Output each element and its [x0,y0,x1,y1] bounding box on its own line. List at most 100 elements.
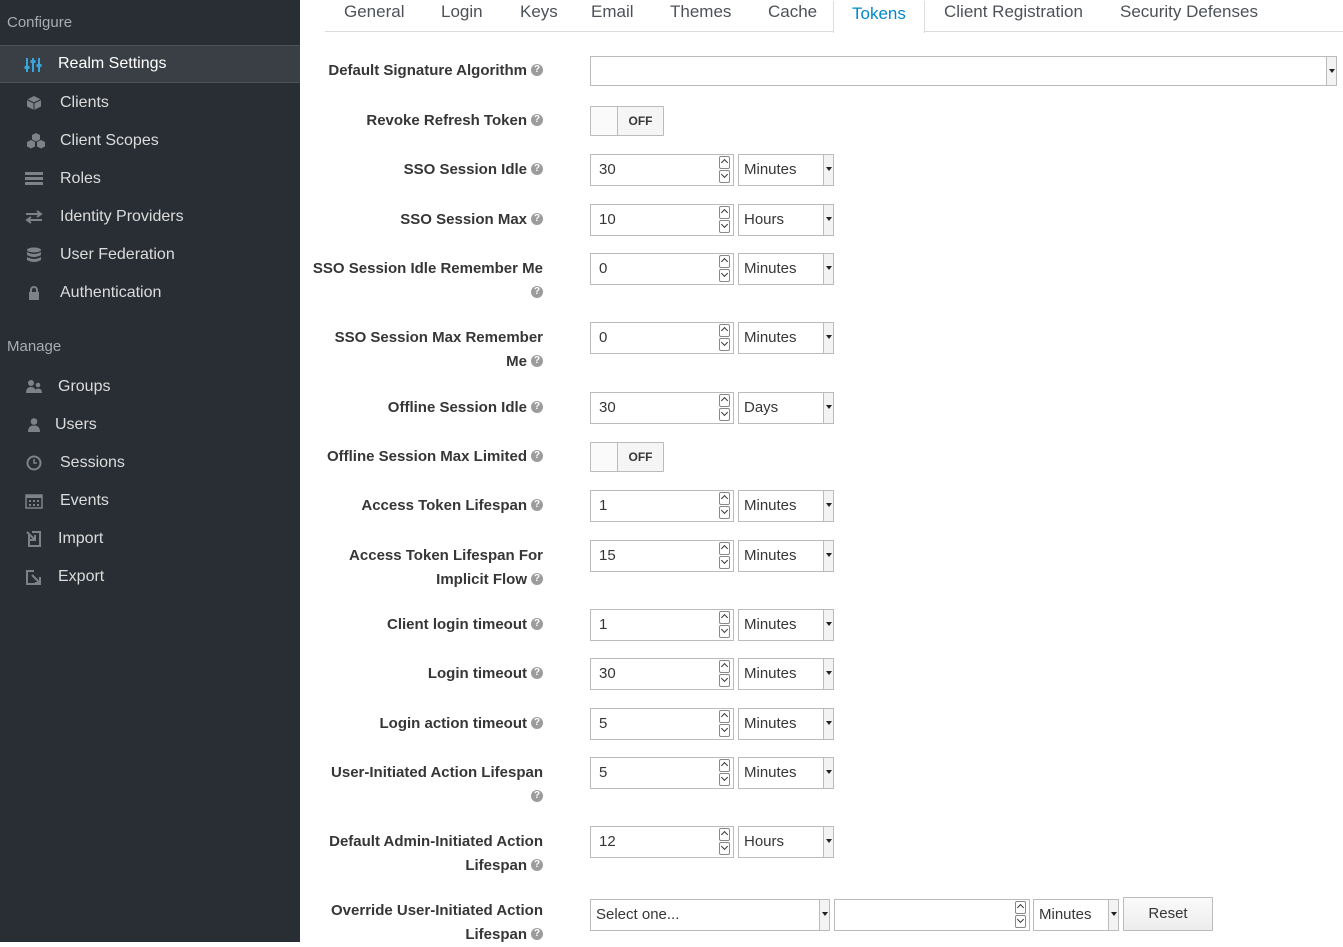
help-icon[interactable]: ? [531,64,543,77]
user-initiated-action-lifespan-unit-select[interactable]: Minutes [738,757,834,789]
default-admin-initiated-action-lifespan-unit-select[interactable]: Hours [738,826,834,858]
chevron-down-icon[interactable] [719,506,730,519]
number-spinner[interactable] [719,828,732,856]
sidebar-item-realm-settings[interactable]: Realm Settings [0,45,300,83]
sidebar-item-export[interactable]: Export [0,558,300,596]
tab-keys[interactable]: Keys [520,0,558,32]
tab-tokens[interactable]: Tokens [833,0,925,33]
user-initiated-action-lifespan-input[interactable]: 5 [590,757,734,789]
help-icon[interactable]: ? [531,573,543,586]
sso-session-idle-remember-me-input[interactable]: 0 [590,253,734,285]
number-spinner[interactable] [719,255,732,283]
help-icon[interactable]: ? [531,717,543,730]
tab-themes[interactable]: Themes [670,0,731,32]
help-icon[interactable]: ? [531,450,543,463]
override-lifespan-input[interactable] [834,899,1030,931]
offline-session-idle-input[interactable]: 30 [590,392,734,424]
number-spinner[interactable] [719,394,732,422]
sso-session-idle-unit-select[interactable]: Minutes [738,154,834,186]
chevron-down-icon[interactable] [719,842,730,855]
access-token-lifespan-unit-select[interactable]: Minutes [738,490,834,522]
override-action-select[interactable]: Select one... [590,899,830,931]
help-icon[interactable]: ? [531,163,543,176]
offline-session-max-limited-toggle[interactable]: OFF [590,442,664,472]
default-signature-algorithm-select[interactable] [590,56,1337,86]
chevron-up-icon[interactable] [719,710,730,723]
access-token-lifespan-input[interactable]: 1 [590,490,734,522]
chevron-down-icon[interactable] [719,269,730,282]
help-icon[interactable]: ? [531,114,543,127]
chevron-up-icon[interactable] [719,394,730,407]
chevron-up-icon[interactable] [1015,901,1026,914]
access-token-lifespan-implicit-unit-select[interactable]: Minutes [738,540,834,572]
help-icon[interactable]: ? [531,618,543,631]
login-action-timeout-unit-select[interactable]: Minutes [738,708,834,740]
sidebar-item-user-federation[interactable]: User Federation [0,236,300,274]
help-icon[interactable]: ? [531,667,543,680]
number-spinner[interactable] [719,542,732,570]
chevron-down-icon[interactable] [719,556,730,569]
chevron-down-icon[interactable] [719,408,730,421]
chevron-up-icon[interactable] [719,156,730,169]
help-icon[interactable]: ? [531,286,543,299]
help-icon[interactable]: ? [531,859,543,872]
number-spinner[interactable] [719,759,732,787]
tab-security-defenses[interactable]: Security Defenses [1120,0,1258,32]
sso-session-idle-remember-me-unit-select[interactable]: Minutes [738,253,834,285]
login-action-timeout-input[interactable]: 5 [590,708,734,740]
tab-email[interactable]: Email [591,0,634,32]
number-spinner[interactable] [719,660,732,688]
chevron-up-icon[interactable] [719,255,730,268]
help-icon[interactable]: ? [531,928,543,941]
tab-client-registration[interactable]: Client Registration [944,0,1083,32]
sidebar-item-identity-providers[interactable]: Identity Providers [0,198,300,236]
access-token-lifespan-implicit-input[interactable]: 15 [590,540,734,572]
chevron-up-icon[interactable] [719,206,730,219]
tab-login[interactable]: Login [441,0,483,32]
help-icon[interactable]: ? [531,499,543,512]
client-login-timeout-unit-select[interactable]: Minutes [738,609,834,641]
sso-session-idle-input[interactable]: 30 [590,154,734,186]
number-spinner[interactable] [719,611,732,639]
chevron-down-icon[interactable] [719,674,730,687]
chevron-down-icon[interactable] [719,338,730,351]
sidebar-item-events[interactable]: Events [0,482,300,520]
sidebar-item-sessions[interactable]: Sessions [0,444,300,482]
sidebar-item-users[interactable]: Users [0,406,300,444]
reset-button[interactable]: Reset [1123,897,1213,931]
chevron-down-icon[interactable] [719,625,730,638]
tab-cache[interactable]: Cache [768,0,817,32]
tab-general[interactable]: General [344,0,404,32]
chevron-down-icon[interactable] [1015,915,1026,928]
number-spinner[interactable] [719,206,732,234]
offline-session-idle-unit-select[interactable]: Days [738,392,834,424]
chevron-up-icon[interactable] [719,611,730,624]
number-spinner[interactable] [719,156,732,184]
sso-session-max-unit-select[interactable]: Hours [738,204,834,236]
number-spinner[interactable] [719,710,732,738]
override-lifespan-unit-select[interactable]: Minutes [1033,899,1119,931]
chevron-down-icon[interactable] [719,220,730,233]
help-icon[interactable]: ? [531,790,543,803]
login-timeout-input[interactable]: 30 [590,658,734,690]
revoke-refresh-token-toggle[interactable]: OFF [590,106,664,136]
sidebar-item-authentication[interactable]: Authentication [0,274,300,312]
chevron-up-icon[interactable] [719,492,730,505]
chevron-down-icon[interactable] [719,170,730,183]
sidebar-item-clients[interactable]: Clients [0,84,300,122]
number-spinner[interactable] [719,324,732,352]
sso-session-max-remember-me-unit-select[interactable]: Minutes [738,322,834,354]
number-spinner[interactable] [1015,901,1028,929]
client-login-timeout-input[interactable]: 1 [590,609,734,641]
sidebar-item-roles[interactable]: Roles [0,160,300,198]
sidebar-item-groups[interactable]: Groups [0,368,300,406]
chevron-up-icon[interactable] [719,828,730,841]
sso-session-max-input[interactable]: 10 [590,204,734,236]
sidebar-item-client-scopes[interactable]: Client Scopes [0,122,300,160]
help-icon[interactable]: ? [531,355,543,368]
help-icon[interactable]: ? [531,401,543,414]
chevron-down-icon[interactable] [719,724,730,737]
default-admin-initiated-action-lifespan-input[interactable]: 12 [590,826,734,858]
number-spinner[interactable] [719,492,732,520]
chevron-up-icon[interactable] [719,759,730,772]
